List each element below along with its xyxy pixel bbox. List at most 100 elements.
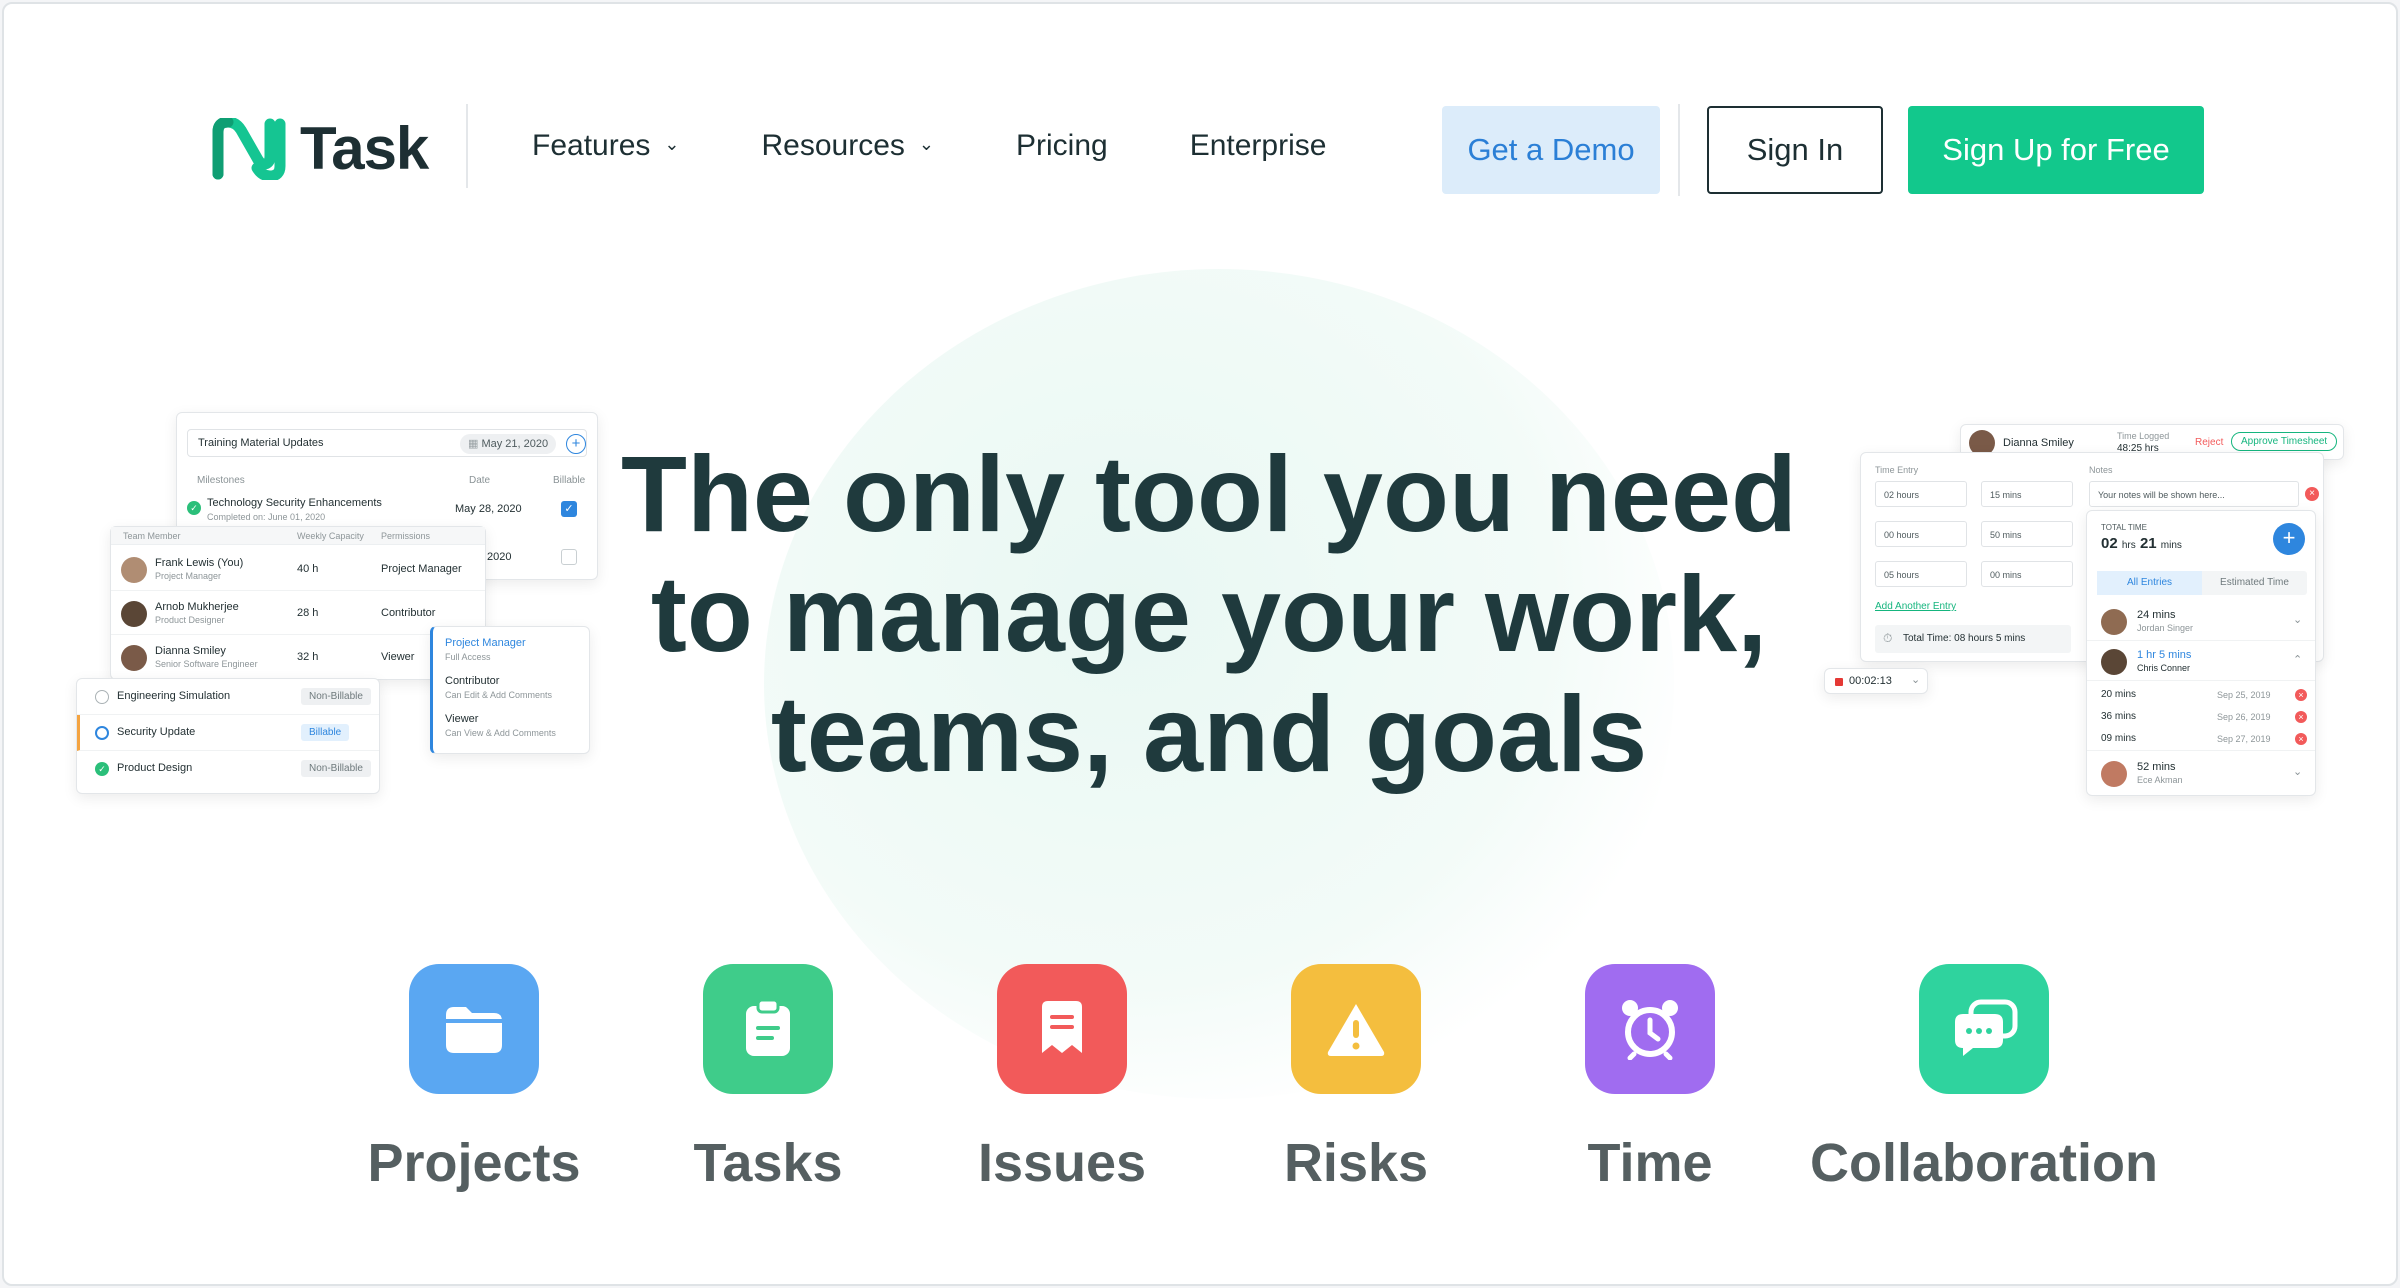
perm-option-desc: Can View & Add Comments <box>445 728 556 738</box>
timer-chip[interactable]: 00:02:13 ⌄ <box>1824 668 1928 694</box>
member-permission[interactable]: Viewer <box>381 651 414 663</box>
avatar <box>2101 609 2127 635</box>
nav-resources[interactable]: Resources ⌄ <box>761 122 934 170</box>
team-row[interactable]: Frank Lewis (You) Project Manager 40 h P… <box>111 549 485 591</box>
main-nav: Features ⌄ Resources ⌄ Pricing Enterpris… <box>532 122 1408 170</box>
hours-select[interactable]: 00 hours <box>1875 521 1967 547</box>
member-role: Project Manager <box>155 571 222 581</box>
add-time-button[interactable]: + <box>2273 523 2305 555</box>
nav-pricing[interactable]: Pricing <box>1016 122 1108 170</box>
entries-tabs: All Entries Estimated Time <box>2097 571 2307 595</box>
perm-option-title[interactable]: Project Manager <box>445 637 526 649</box>
perm-option-title[interactable]: Contributor <box>445 675 499 687</box>
notes-placeholder: Your notes will be shown here... <box>2098 490 2225 500</box>
total-hours: 02 <box>2101 535 2118 552</box>
log-minutes: 36 mins <box>2101 711 2137 722</box>
delete-log-icon[interactable]: × <box>2295 733 2307 745</box>
get-demo-button[interactable]: Get a Demo <box>1442 106 1660 194</box>
avatar <box>2101 761 2127 787</box>
nav-features[interactable]: Features ⌄ <box>532 122 679 170</box>
chat-icon <box>1919 964 2049 1094</box>
tab-all-entries[interactable]: All Entries <box>2097 571 2202 595</box>
list-item[interactable]: 52 mins Ece Akman ⌄ <box>2087 755 2315 793</box>
hours-select[interactable]: 05 hours <box>1875 561 1967 587</box>
member-permission[interactable]: Contributor <box>381 607 435 619</box>
sign-up-button[interactable]: Sign Up for Free <box>1908 106 2204 194</box>
total-minutes-unit: mins <box>2160 540 2182 551</box>
member-hours: 40 h <box>297 563 319 575</box>
nav-enterprise[interactable]: Enterprise <box>1190 122 1327 170</box>
log-date: Sep 26, 2019 <box>2217 712 2271 722</box>
feature-issues[interactable]: Issues <box>922 964 1202 1194</box>
feature-collaboration[interactable]: Collaboration <box>1804 964 2164 1194</box>
feature-label: Risks <box>1283 1133 1429 1193</box>
task-row[interactable]: Security Update Billable <box>77 715 379 751</box>
list-item[interactable]: 24 mins Jordan Singer ⌄ <box>2087 603 2315 641</box>
ntask-logo-icon <box>212 117 286 180</box>
reject-button[interactable]: Reject <box>2195 437 2223 448</box>
milestone-date-chip[interactable]: ▦ May 21, 2020 <box>460 434 557 454</box>
team-row[interactable]: Dianna Smiley Senior Software Engineer 3… <box>111 637 485 679</box>
entry-person: Ece Akman <box>2137 775 2183 785</box>
mins-select[interactable]: 00 mins <box>1981 561 2073 587</box>
entry-person: Jordan Singer <box>2137 623 2194 633</box>
milestone2-date-value: 2020 <box>487 551 512 563</box>
add-entry-link[interactable]: Add Another Entry <box>1875 601 1956 612</box>
col-weekly-capacity: Weekly Capacity <box>297 531 364 541</box>
sign-in-button[interactable]: Sign In <box>1707 106 1883 194</box>
remove-entry-icon[interactable]: × <box>2305 487 2319 501</box>
delete-log-icon[interactable]: × <box>2295 689 2307 701</box>
list-item[interactable]: 1 hr 5 mins Chris Conner ⌃ <box>2087 643 2315 681</box>
time-logged-label: Time Logged <box>2117 431 2170 441</box>
feature-projects[interactable]: Projects <box>334 964 614 1194</box>
page-frame: Task Features ⌄ Resources ⌄ Pricing Ente… <box>2 2 2398 1286</box>
total-time-value: 02 hrs 21 mins <box>2101 535 2182 552</box>
billable-checkbox[interactable]: ✓ <box>561 501 577 517</box>
issue-icon <box>997 964 1127 1094</box>
hours-value: 02 hours <box>1884 490 1920 500</box>
team-row[interactable]: Arnob Mukherjee Product Designer 28 h Co… <box>111 593 485 635</box>
log-date: Sep 25, 2019 <box>2217 690 2271 700</box>
task-progress-icon[interactable] <box>95 726 109 740</box>
member-permission[interactable]: Project Manager <box>381 563 462 575</box>
delete-log-icon[interactable]: × <box>2295 711 2307 723</box>
add-milestone-icon[interactable]: + <box>566 434 586 454</box>
avatar <box>2101 649 2127 675</box>
member-name: Dianna Smiley <box>155 645 226 657</box>
headline-line-3: teams, and goals <box>770 673 1648 794</box>
check-circle-icon[interactable]: ✓ <box>95 762 109 776</box>
avatar <box>121 645 147 671</box>
feature-tasks[interactable]: Tasks <box>628 964 908 1194</box>
total-time-text: Total Time: 08 hours 5 mins <box>1903 633 2026 644</box>
milestone-input[interactable]: Training Material Updates ▦ May 21, 2020… <box>187 429 587 457</box>
billable-checkbox-empty[interactable] <box>561 549 577 565</box>
avatar <box>121 601 147 627</box>
avatar <box>121 557 147 583</box>
task-row[interactable]: Engineering Simulation Non-Billable <box>77 679 379 715</box>
member-hours: 28 h <box>297 607 319 619</box>
total-hours-unit: hrs <box>2121 540 2136 551</box>
logo-text: Task <box>300 115 429 182</box>
hero-headline: The only tool you need to manage your wo… <box>604 434 1814 794</box>
hours-select[interactable]: 02 hours <box>1875 481 1967 507</box>
tasks-card: Engineering Simulation Non-Billable Secu… <box>76 678 380 794</box>
chevron-down-icon: ⌄ <box>918 133 934 154</box>
approve-timesheet-button[interactable]: Approve Timesheet <box>2231 432 2338 451</box>
mins-select[interactable]: 15 mins <box>1981 481 2073 507</box>
total-minutes: 21 <box>2139 535 2157 552</box>
time-entry-label: Time Entry <box>1875 465 1919 475</box>
warning-icon <box>1291 964 1421 1094</box>
member-name: Arnob Mukherjee <box>155 601 239 613</box>
feature-risks[interactable]: Risks <box>1216 964 1496 1194</box>
perm-option-desc: Can Edit & Add Comments <box>445 690 553 700</box>
entry-minutes: 52 mins <box>2137 761 2176 773</box>
task-status-icon[interactable] <box>95 690 109 704</box>
logo[interactable]: Task <box>212 114 429 183</box>
feature-time[interactable]: Time <box>1510 964 1790 1194</box>
perm-option-title[interactable]: Viewer <box>445 713 478 725</box>
tab-estimated-time[interactable]: Estimated Time <box>2202 571 2307 595</box>
task-row[interactable]: ✓ Product Design Non-Billable <box>77 751 379 787</box>
notes-label: Notes <box>2089 465 2113 475</box>
mins-select[interactable]: 50 mins <box>1981 521 2073 547</box>
notes-input[interactable]: Your notes will be shown here... <box>2089 481 2299 507</box>
